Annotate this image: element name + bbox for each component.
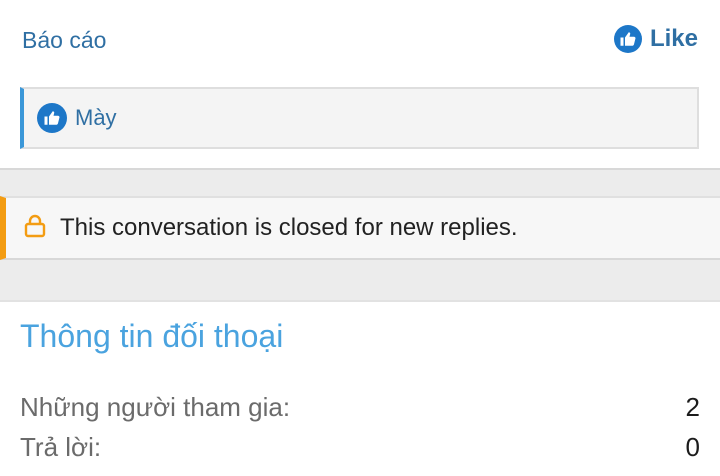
info-row-participants: Những người tham gia: 2 [20, 392, 700, 423]
thumbs-up-icon [37, 103, 67, 133]
thumbs-up-icon [613, 25, 642, 53]
like-button[interactable]: Like [613, 25, 698, 53]
info-value: 0 [685, 432, 700, 462]
post-actions-row: Báo cáo Like [0, 0, 720, 80]
like-label: Like [649, 25, 698, 52]
likes-summary: Mày [20, 87, 699, 149]
section-divider [0, 168, 720, 198]
report-link[interactable]: Báo cáo [22, 27, 106, 54]
section-divider [0, 260, 720, 302]
info-label: Những người tham gia: [20, 392, 291, 422]
info-label: Trả lời: [20, 432, 102, 462]
closed-notice: This conversation is closed for new repl… [0, 196, 720, 260]
closed-notice-text: This conversation is closed for new repl… [60, 214, 518, 241]
info-row-replies: Trả lời: 0 [20, 432, 700, 463]
lock-icon [24, 214, 46, 243]
conversation-info-title: Thông tin đối thoại [20, 318, 284, 354]
liker-name-link[interactable]: Mày [75, 105, 117, 131]
info-value: 2 [685, 392, 700, 422]
